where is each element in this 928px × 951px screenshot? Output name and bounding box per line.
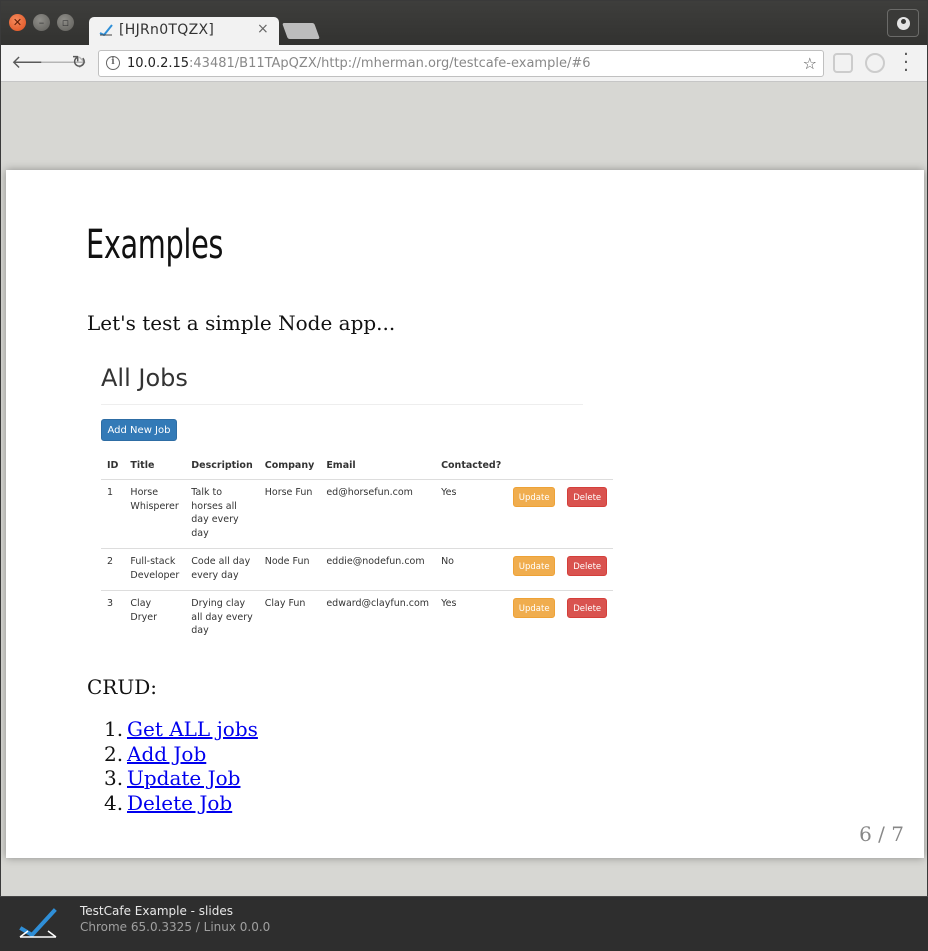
cell-id: 2: [101, 548, 125, 591]
slide-title: Examples: [86, 222, 224, 268]
profile-icon: [896, 17, 910, 30]
jobs-table: ID Title Description Company Email Conta…: [101, 456, 614, 646]
delete-job-link[interactable]: Delete Job: [127, 791, 232, 815]
delete-button[interactable]: Delete: [567, 556, 608, 576]
url-text[interactable]: 10.0.2.15:43481/B11TApQZX/http://mherman…: [127, 56, 591, 71]
cell-contacted: Yes: [435, 590, 508, 646]
back-arrow-icon[interactable]: 🡐: [11, 51, 59, 75]
update-button[interactable]: Update: [513, 556, 556, 576]
cell-id: 1: [101, 479, 125, 549]
list-number: 3.: [104, 766, 124, 790]
table-row: 1 Horse Whisperer Talk to horses all day…: [101, 479, 614, 549]
cell-title: Clay Dryer: [124, 590, 186, 646]
cell-delete: Delete: [561, 590, 614, 646]
column-header: Contacted?: [435, 456, 508, 480]
url-path: :43481/B11TApQZX/http://mherman.org/test…: [189, 56, 591, 71]
update-button[interactable]: Update: [513, 487, 556, 507]
cell-title: Horse Whisperer: [124, 479, 186, 549]
cell-id: 3: [101, 590, 125, 646]
testcafe-favicon-icon: [99, 24, 113, 36]
bookmark-star-icon[interactable]: ☆: [803, 54, 817, 73]
cell-delete: Delete: [561, 548, 614, 591]
table-row: 2 Full-stack Developer Code all day ever…: [101, 548, 614, 591]
update-button[interactable]: Update: [513, 598, 556, 618]
cell-delete: Delete: [561, 479, 614, 549]
profile-button[interactable]: [887, 9, 919, 37]
update-job-link[interactable]: Update Job: [127, 766, 240, 790]
cell-description: Talk to horses all day every day: [185, 479, 259, 549]
column-header: ID: [101, 456, 125, 480]
cell-email: eddie@nodefun.com: [320, 548, 436, 591]
reload-icon[interactable]: ↻: [67, 51, 91, 75]
add-new-job-button[interactable]: Add New Job: [101, 419, 177, 441]
tab-title: [HJRn0TQZX]: [119, 22, 215, 38]
cell-update: Update: [507, 548, 562, 591]
cell-company: Node Fun: [258, 548, 321, 591]
list-number: 4.: [104, 790, 124, 815]
list-item: 3. Update Job: [104, 766, 258, 791]
cell-email: edward@clayfun.com: [320, 590, 436, 646]
add-job-link[interactable]: Add Job: [127, 742, 206, 766]
slide: Examples Let's test a simple Node app...…: [6, 170, 924, 858]
tab-close-icon[interactable]: ×: [257, 21, 269, 37]
info-icon[interactable]: i: [106, 56, 120, 70]
cell-description: Code all day every day: [185, 548, 259, 591]
status-subtitle: Chrome 65.0.3325 / Linux 0.0.0: [80, 920, 271, 934]
status-title: TestCafe Example - slides: [80, 904, 233, 918]
browser-window: ✕ – ▫ [HJRn0TQZX] × 🡐 🡒 ↻ i 10.0.2.15:43…: [0, 0, 928, 896]
extension-icon[interactable]: [865, 53, 885, 73]
title-bar: ✕ – ▫ [HJRn0TQZX] ×: [1, 1, 927, 46]
list-number: 2.: [104, 741, 124, 766]
column-header: [507, 456, 562, 480]
delete-button[interactable]: Delete: [567, 598, 608, 618]
cell-email: ed@horsefun.com: [320, 479, 436, 549]
column-header: Title: [124, 456, 186, 480]
column-header: Description: [185, 456, 259, 480]
cell-company: Horse Fun: [258, 479, 321, 549]
address-bar[interactable]: i 10.0.2.15:43481/B11TApQZX/http://mherm…: [98, 50, 824, 77]
browser-toolbar: 🡐 🡒 ↻ i 10.0.2.15:43481/B11TApQZX/http:/…: [1, 45, 927, 82]
cell-title: Full-stack Developer: [124, 548, 186, 591]
column-header: Company: [258, 456, 321, 480]
testcafe-logo-icon: [19, 908, 57, 938]
cell-update: Update: [507, 590, 562, 646]
slide-page-indicator: 6 / 7: [859, 822, 904, 846]
table-row: 3 Clay Dryer Drying clay all day every d…: [101, 590, 614, 646]
cell-description: Drying clay all day every day: [185, 590, 259, 646]
cell-company: Clay Fun: [258, 590, 321, 646]
divider: [101, 404, 583, 405]
app-screenshot: All Jobs Add New Job ID Title Descriptio…: [101, 360, 614, 646]
new-tab-button[interactable]: [282, 23, 320, 39]
extension-icon[interactable]: [833, 53, 853, 73]
url-host: 10.0.2.15: [127, 56, 190, 71]
get-all-jobs-link[interactable]: Get ALL jobs: [127, 717, 258, 741]
cell-contacted: Yes: [435, 479, 508, 549]
crud-label: CRUD:: [87, 675, 157, 699]
column-header: [561, 456, 614, 480]
list-item: 1. Get ALL jobs: [104, 717, 258, 742]
menu-dots-icon[interactable]: · · ·: [899, 46, 913, 80]
list-item: 4. Delete Job: [104, 791, 258, 816]
cell-contacted: No: [435, 548, 508, 591]
column-header: Email: [320, 456, 436, 480]
list-number: 1.: [104, 717, 124, 741]
crud-link-list: 1. Get ALL jobs 2. Add Job 3. Update Job 4.…: [104, 717, 258, 815]
forward-arrow-icon[interactable]: 🡒: [39, 51, 87, 75]
list-item: 2. Add Job: [104, 742, 258, 767]
delete-button[interactable]: Delete: [567, 487, 608, 507]
cell-update: Update: [507, 479, 562, 549]
window-maximize-icon[interactable]: ▫: [57, 14, 74, 31]
window-minimize-icon[interactable]: –: [33, 14, 50, 31]
browser-tab[interactable]: [HJRn0TQZX] ×: [89, 17, 279, 46]
app-heading: All Jobs: [101, 364, 188, 392]
window-close-icon[interactable]: ✕: [9, 14, 26, 31]
slide-intro: Let's test a simple Node app...: [87, 311, 396, 335]
table-header-row: ID Title Description Company Email Conta…: [101, 456, 614, 480]
testcafe-status-bar: TestCafe Example - slides Chrome 65.0.33…: [0, 896, 928, 951]
